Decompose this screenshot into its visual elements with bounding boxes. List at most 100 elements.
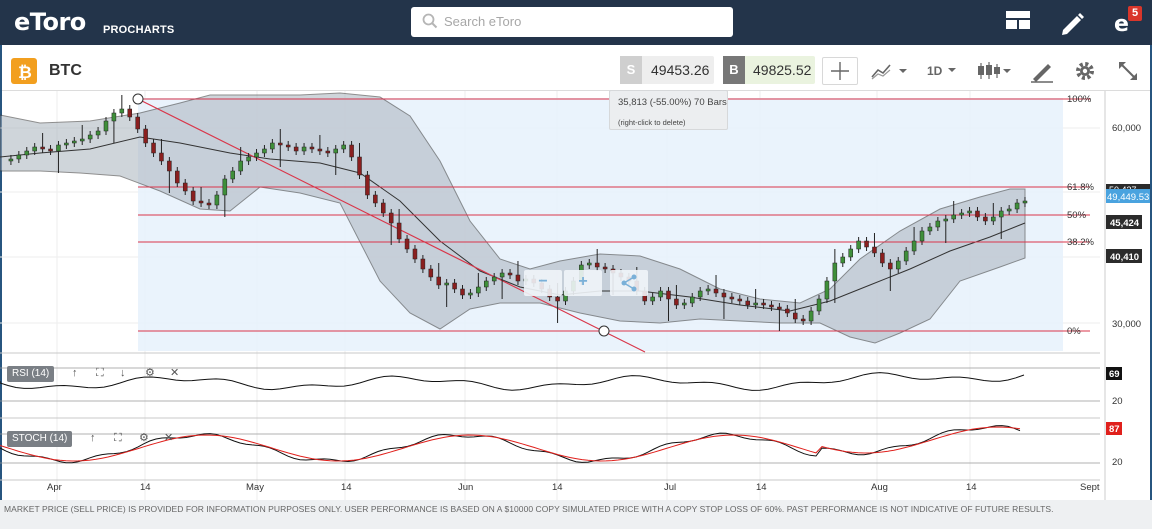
candle	[254, 152, 259, 158]
svg-text:₿: ₿	[18, 63, 32, 83]
candle	[682, 302, 687, 306]
rsi-close-icon[interactable]: ✕	[170, 366, 179, 379]
candle	[8, 158, 14, 162]
candle	[127, 108, 133, 118]
share-icon[interactable]	[610, 270, 648, 296]
price-tick: 30,000	[1112, 319, 1141, 330]
instrument-symbol: BTC	[49, 62, 82, 79]
fib-label: 50%	[1067, 210, 1087, 221]
candle	[317, 148, 323, 152]
settings-gear-icon[interactable]	[1071, 57, 1099, 85]
layout-icon[interactable]	[1005, 9, 1031, 38]
buy-key: B	[723, 56, 745, 84]
candle	[285, 144, 291, 148]
candle	[484, 280, 489, 288]
drawing-tools-icon[interactable]	[1028, 57, 1056, 85]
candle	[167, 160, 172, 172]
candle	[206, 202, 212, 206]
time-tick: Jul	[664, 482, 676, 493]
time-tick: Apr	[47, 482, 62, 493]
stoch-settings-icon[interactable]: ⚙	[139, 431, 149, 444]
time-tick: 14	[552, 482, 563, 493]
trend-handle-end	[598, 325, 610, 337]
candle	[238, 160, 243, 172]
disclaimer-text: MARKET PRICE (SELL PRICE) IS PROVIDED FO…	[4, 504, 1054, 514]
candle	[848, 248, 853, 258]
buy-price: 49825.52	[753, 62, 812, 78]
candle	[151, 142, 156, 154]
candle	[452, 282, 457, 290]
move-up-icon[interactable]: ↑	[72, 367, 78, 379]
candle	[959, 212, 964, 216]
chart-type-dropdown[interactable]	[866, 57, 912, 85]
candle	[381, 202, 386, 214]
candle	[824, 280, 830, 300]
candle	[293, 146, 299, 152]
candle	[365, 174, 370, 196]
candle	[737, 298, 743, 302]
rsi-settings-icon[interactable]: ⚙	[145, 366, 155, 379]
candle	[87, 134, 93, 140]
search-box[interactable]: Search eToro	[411, 7, 733, 37]
candle	[436, 276, 441, 286]
candle	[594, 262, 600, 268]
candle	[785, 308, 790, 314]
candle	[602, 266, 608, 270]
fullscreen-icon[interactable]	[1114, 57, 1142, 85]
minus-control[interactable]: −	[524, 270, 562, 296]
current-price-label: 49,449.53	[1107, 192, 1149, 203]
candle	[32, 146, 37, 152]
candle	[919, 230, 925, 242]
candle	[95, 130, 101, 136]
candle	[903, 250, 909, 262]
candle	[808, 310, 814, 322]
maximize-icon[interactable]: ⛶	[96, 367, 104, 380]
stoch-close-icon[interactable]: ✕	[164, 431, 173, 444]
measure-hint: (right-click to delete)	[618, 118, 686, 127]
time-tick: 14	[140, 482, 151, 493]
candle	[16, 154, 22, 160]
candle	[222, 178, 228, 196]
candle	[666, 290, 671, 300]
time-tick: 14	[756, 482, 767, 493]
candle	[357, 156, 362, 176]
candle	[341, 144, 346, 150]
candle	[800, 318, 806, 322]
rsi-value: 69	[1109, 369, 1120, 380]
candle	[713, 288, 719, 294]
candle	[967, 210, 972, 214]
stoch-label[interactable]: STOCH (14)	[7, 431, 73, 447]
sell-button[interactable]: S 49453.26	[620, 56, 714, 84]
move-down-icon[interactable]: ↓	[120, 367, 126, 379]
candle-style-dropdown[interactable]	[974, 57, 1014, 85]
candle	[349, 144, 354, 158]
candle	[721, 292, 727, 298]
stoch-tick: 20	[1112, 457, 1123, 468]
candle	[998, 210, 1004, 218]
candle	[951, 214, 956, 220]
stoch-maximize-icon[interactable]: ⛶	[114, 432, 122, 445]
candle	[468, 292, 473, 296]
etoro-logo[interactable]: eToro	[14, 8, 86, 36]
timeframe-dropdown[interactable]: 1D	[920, 57, 962, 85]
candle	[840, 256, 846, 264]
timeframe-label: 1D	[927, 64, 943, 78]
candle	[975, 210, 980, 218]
pencil-icon[interactable]	[1058, 9, 1086, 42]
candle	[246, 156, 251, 162]
buy-button[interactable]: B 49825.52	[723, 56, 815, 84]
notification-badge[interactable]: 5	[1128, 6, 1142, 21]
stoch-move-up-icon[interactable]: ↑	[90, 432, 96, 444]
measure-text: 35,813 (-55.00%) 70 Bars	[618, 97, 727, 108]
candle	[333, 148, 338, 154]
candle	[705, 288, 711, 292]
search-placeholder: Search eToro	[444, 14, 522, 29]
fib-label: 61.8%	[1067, 182, 1094, 193]
candle	[159, 152, 164, 162]
fib-label: 0%	[1067, 326, 1081, 337]
bitcoin-icon: ₿	[11, 58, 37, 84]
rsi-label[interactable]: RSI (14)	[7, 366, 55, 382]
rsi-tick: 20	[1112, 396, 1123, 407]
crosshair-icon[interactable]	[822, 57, 858, 85]
plus-control[interactable]: +	[564, 270, 602, 296]
